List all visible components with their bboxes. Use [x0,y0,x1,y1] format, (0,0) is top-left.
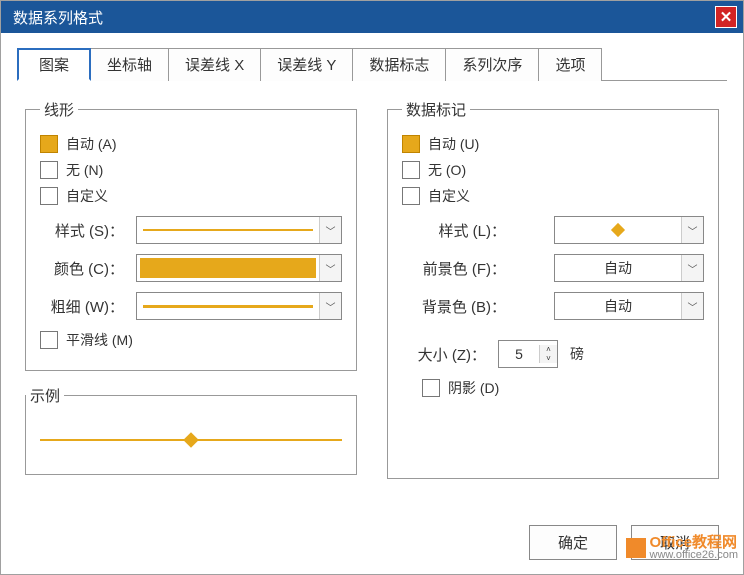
checkbox-icon [40,135,58,153]
line-auto-option[interactable]: 自动 (A) [40,134,342,154]
marker-fg-combo[interactable]: 自动 ﹀ [554,254,704,282]
checkbox-icon [422,379,440,397]
marker-bg-combo[interactable]: 自动 ﹀ [554,292,704,320]
line-weight-label: 粗细 (W)： [40,296,130,317]
smooth-line-label: 平滑线 (M) [66,330,133,350]
line-style-label: 样式 (S)： [40,220,130,241]
marker-fg-value: 自动 [555,255,681,281]
button-row: 确定 取消 [17,515,727,574]
marker-size-value: 5 [499,346,539,362]
checkbox-icon [40,161,58,179]
tab-error-x[interactable]: 误差线 X [168,48,261,81]
chevron-down-icon: ﹀ [319,255,341,281]
marker-group-legend: 数据标记 [402,99,470,120]
marker-style-combo[interactable]: ﹀ [554,216,704,244]
line-none-label: 无 (N) [66,160,103,180]
line-weight-combo[interactable]: ﹀ [136,292,342,320]
line-custom-label: 自定义 [66,186,108,206]
marker-auto-label: 自动 (U) [428,134,479,154]
marker-fg-label: 前景色 (F)： [402,258,512,279]
chevron-down-icon: ﹀ [681,217,703,243]
dialog-title: 数据系列格式 [13,7,715,28]
marker-style-preview [555,217,681,243]
marker-shadow-option[interactable]: 阴影 (D) [422,378,704,398]
right-column: 数据标记 自动 (U) 无 (O) 自定义 样式 (L)： [387,99,719,507]
marker-custom-label: 自定义 [428,186,470,206]
line-color-label: 颜色 (C)： [40,258,130,279]
line-custom-option[interactable]: 自定义 [40,186,342,206]
marker-size-label: 大小 (Z)： [402,344,492,365]
chevron-down-icon: ﹀ [681,255,703,281]
close-icon: ✕ [720,8,733,26]
dialog-body: 图案 坐标轴 误差线 X 误差线 Y 数据标志 系列次序 选项 线形 自动 (A… [1,33,743,574]
marker-fg-row: 前景色 (F)： 自动 ﹀ [402,254,704,282]
line-none-option[interactable]: 无 (N) [40,160,342,180]
close-button[interactable]: ✕ [715,6,737,28]
dialog-window: 数据系列格式 ✕ 图案 坐标轴 误差线 X 误差线 Y 数据标志 系列次序 选项… [0,0,744,575]
checkbox-icon [402,161,420,179]
line-auto-label: 自动 (A) [66,134,117,154]
marker-size-row: 大小 (Z)： 5 ˄ ˅ 磅 [402,340,704,368]
chevron-down-icon: ˅ [540,354,557,363]
chevron-up-icon: ˄ [540,345,557,354]
line-color-row: 颜色 (C)： ﹀ [40,254,342,282]
chevron-down-icon: ﹀ [319,293,341,319]
left-column: 线形 自动 (A) 无 (N) 自定义 样式 (S)： [25,99,357,507]
diamond-icon [611,223,625,237]
tab-options[interactable]: 选项 [538,48,602,81]
line-group: 线形 自动 (A) 无 (N) 自定义 样式 (S)： [25,99,357,371]
cancel-button[interactable]: 取消 [631,525,719,560]
tab-panel-pattern: 线形 自动 (A) 无 (N) 自定义 样式 (S)： [17,81,727,515]
ok-button[interactable]: 确定 [529,525,617,560]
tab-series-order[interactable]: 系列次序 [445,48,539,81]
marker-auto-option[interactable]: 自动 (U) [402,134,704,154]
line-color-swatch [137,255,319,281]
marker-bg-value: 自动 [555,293,681,319]
example-group: 示例 [25,385,357,475]
marker-group: 数据标记 自动 (U) 无 (O) 自定义 样式 (L)： [387,99,719,479]
titlebar: 数据系列格式 ✕ [1,1,743,33]
line-weight-row: 粗细 (W)： ﹀ [40,292,342,320]
marker-shadow-label: 阴影 (D) [448,378,499,398]
line-style-preview [137,217,319,243]
marker-none-label: 无 (O) [428,160,466,180]
chevron-down-icon: ﹀ [681,293,703,319]
tab-strip: 图案 坐标轴 误差线 X 误差线 Y 数据标志 系列次序 选项 [17,47,727,81]
marker-none-option[interactable]: 无 (O) [402,160,704,180]
marker-style-label: 样式 (L)： [402,220,512,241]
tab-data-labels[interactable]: 数据标志 [352,48,446,81]
marker-bg-row: 背景色 (B)： 自动 ﹀ [402,292,704,320]
checkbox-icon [402,187,420,205]
tab-pattern[interactable]: 图案 [17,48,91,81]
tab-axis[interactable]: 坐标轴 [90,48,169,81]
line-style-combo[interactable]: ﹀ [136,216,342,244]
example-line-icon [40,439,342,441]
marker-size-spinner[interactable]: 5 ˄ ˅ [498,340,558,368]
chevron-down-icon: ﹀ [319,217,341,243]
marker-size-unit: 磅 [570,344,584,364]
line-color-combo[interactable]: ﹀ [136,254,342,282]
example-legend: 示例 [26,385,64,406]
line-weight-preview [137,293,319,319]
spinner-buttons[interactable]: ˄ ˅ [539,345,557,363]
checkbox-icon [40,187,58,205]
marker-custom-option[interactable]: 自定义 [402,186,704,206]
example-preview [26,406,356,474]
checkbox-icon [40,331,58,349]
marker-style-row: 样式 (L)： ﹀ [402,216,704,244]
smooth-line-option[interactable]: 平滑线 (M) [40,330,342,350]
line-group-legend: 线形 [40,99,78,120]
tab-error-y[interactable]: 误差线 Y [260,48,353,81]
checkbox-icon [402,135,420,153]
marker-bg-label: 背景色 (B)： [402,296,512,317]
line-style-row: 样式 (S)： ﹀ [40,216,342,244]
